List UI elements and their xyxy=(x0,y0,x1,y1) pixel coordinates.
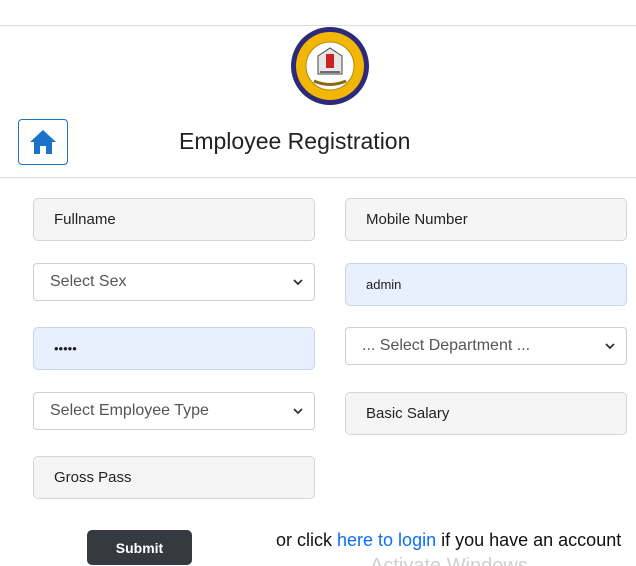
login-prompt-prefix: or click xyxy=(276,530,338,550)
chevron-down-icon xyxy=(293,279,303,286)
login-link[interactable]: here to login xyxy=(337,530,436,550)
username-value: admin xyxy=(366,277,402,292)
home-icon xyxy=(30,130,56,154)
gross-pass-placeholder: Gross Pass xyxy=(54,469,132,486)
department-select-value: ... Select Department ... xyxy=(362,337,531,354)
sex-select-value: Select Sex xyxy=(50,273,127,290)
password-value: ••••• xyxy=(54,341,77,356)
submit-button[interactable]: Submit xyxy=(87,530,192,565)
fullname-input[interactable]: Fullname xyxy=(33,198,315,241)
basic-salary-placeholder: Basic Salary xyxy=(366,405,450,422)
school-crest-icon xyxy=(290,26,370,106)
chevron-down-icon xyxy=(293,408,303,415)
login-prompt-suffix: if you have an account xyxy=(436,530,622,550)
employee-type-select-value: Select Employee Type xyxy=(50,402,209,419)
department-select[interactable]: ... Select Department ... xyxy=(345,327,627,365)
home-button[interactable] xyxy=(18,119,68,165)
gross-pass-input[interactable]: Gross Pass xyxy=(33,456,315,499)
activate-windows-watermark: Activate Windows xyxy=(370,555,528,566)
login-prompt: or click here to login if you have an ac… xyxy=(276,530,621,551)
username-input[interactable]: admin xyxy=(345,263,627,306)
header-divider xyxy=(0,177,636,178)
employee-type-select[interactable]: Select Employee Type xyxy=(33,392,315,430)
basic-salary-input[interactable]: Basic Salary xyxy=(345,392,627,435)
page-title: Employee Registration xyxy=(179,128,411,154)
password-input[interactable]: ••••• xyxy=(33,327,315,370)
mobile-number-placeholder: Mobile Number xyxy=(366,211,468,228)
fullname-placeholder: Fullname xyxy=(54,211,116,228)
sex-select[interactable]: Select Sex xyxy=(33,263,315,301)
chevron-down-icon xyxy=(605,343,615,350)
mobile-number-input[interactable]: Mobile Number xyxy=(345,198,627,241)
